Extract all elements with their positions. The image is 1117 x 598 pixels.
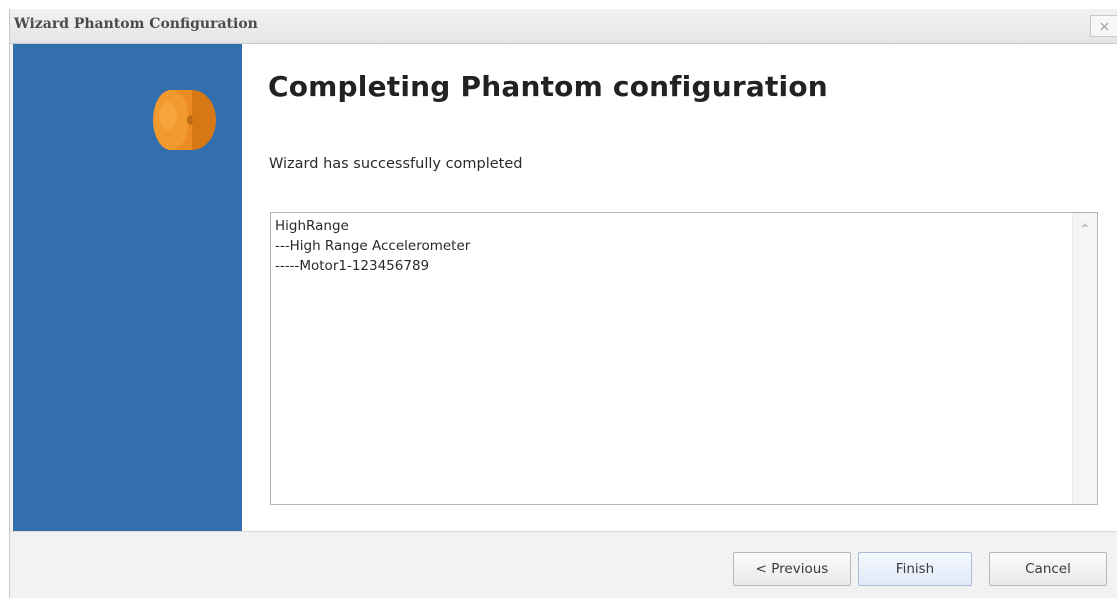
close-button[interactable] (1090, 15, 1117, 37)
wizard-window: Wizard Phantom Configuration Completing … (9, 9, 1117, 598)
scroll-up-arrow-icon[interactable] (1081, 223, 1089, 227)
completion-status: Wizard has successfully completed (269, 156, 523, 172)
page-title: Completing Phantom configuration (268, 70, 828, 103)
close-icon (1100, 22, 1109, 31)
cancel-button[interactable]: Cancel (989, 552, 1107, 586)
finish-button[interactable]: Finish (858, 552, 972, 586)
summary-lines: HighRange ---High Range Accelerometer --… (275, 216, 470, 276)
window-title: Wizard Phantom Configuration (14, 16, 258, 32)
vertical-scrollbar[interactable] (1072, 213, 1097, 504)
wizard-side-panel (13, 44, 242, 531)
configuration-summary-box[interactable]: HighRange ---High Range Accelerometer --… (270, 212, 1098, 505)
wizard-content: Completing Phantom configuration Wizard … (242, 44, 1117, 531)
summary-line: ---High Range Accelerometer (275, 238, 471, 254)
summary-line: -----Motor1-123456789 (275, 258, 430, 274)
title-bar: Wizard Phantom Configuration (10, 9, 1117, 44)
previous-button[interactable]: < Previous (733, 552, 851, 586)
wizard-footer: < Previous Finish Cancel (10, 531, 1117, 598)
orange-sensor-logo-icon (153, 90, 216, 150)
summary-line: HighRange (275, 218, 349, 234)
